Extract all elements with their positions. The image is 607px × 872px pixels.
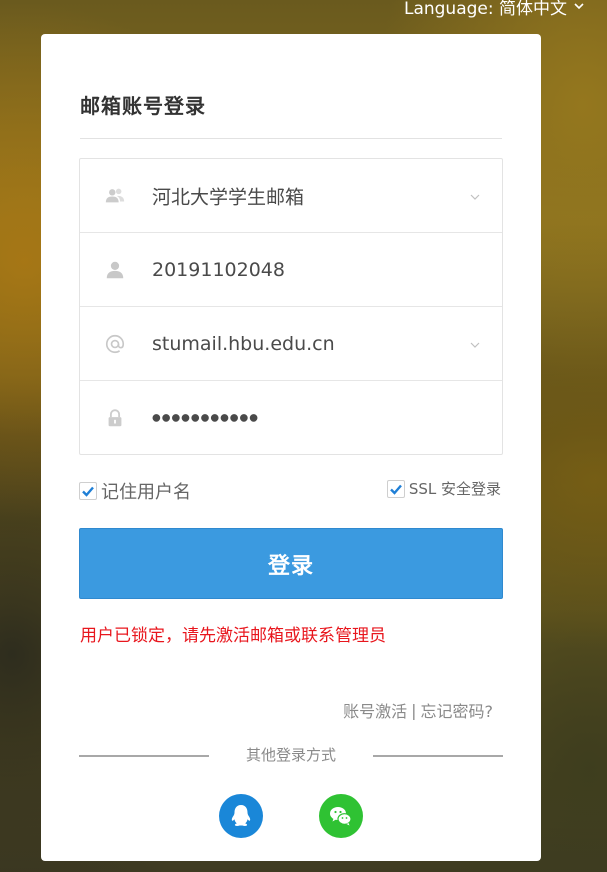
checkbox-checked-icon [79, 482, 97, 500]
username-input[interactable] [152, 258, 452, 281]
lock-icon [102, 405, 128, 431]
link-separator: | [411, 700, 417, 720]
divider-line [373, 755, 503, 757]
password-input[interactable]: ●●●●●●●●●●● [152, 412, 259, 423]
ssl-login-label: SSL 安全登录 [408, 480, 501, 498]
domain-select-value: stumail.hbu.edu.cn [152, 332, 335, 355]
qq-icon [231, 805, 251, 826]
wechat-icon [330, 807, 352, 826]
login-options: 记住用户名 SSL 安全登录 [79, 478, 501, 504]
language-selector[interactable]: Language: 简体中文 [403, 0, 585, 19]
account-links: 账号激活 | 忘记密码? [343, 698, 493, 722]
forgot-password-link[interactable]: 忘记密码? [421, 698, 494, 722]
users-icon [102, 183, 128, 209]
chevron-down-icon [468, 189, 482, 203]
user-icon [102, 257, 128, 283]
at-icon [102, 331, 128, 357]
other-login-divider: 其他登录方式 [79, 744, 503, 766]
activate-account-link[interactable]: 账号激活 [343, 698, 407, 722]
remember-username-checkbox[interactable]: 记住用户名 [79, 478, 191, 504]
login-form: 河北大学学生邮箱 stumail.hbu.edu.cn ●●●●● [79, 158, 503, 455]
org-select-value: 河北大学学生邮箱 [152, 186, 305, 208]
ssl-login-checkbox[interactable]: SSL 安全登录 [386, 478, 501, 499]
page-title: 邮箱账号登录 [80, 94, 206, 118]
login-card: 邮箱账号登录 河北大学学生邮箱 stumail.hbu.edu.cn [41, 34, 541, 861]
qq-login-button[interactable] [219, 794, 263, 838]
title-divider [80, 138, 502, 139]
username-row [80, 233, 502, 307]
error-message: 用户已锁定，请先激活邮箱或联系管理员 [80, 626, 386, 646]
chevron-down-icon [574, 3, 584, 10]
password-row: ●●●●●●●●●●● [80, 381, 502, 454]
language-label: Language: 简体中文 [403, 0, 567, 19]
checkbox-checked-icon [386, 479, 405, 498]
wechat-login-button[interactable] [319, 794, 363, 838]
login-button[interactable]: 登录 [79, 528, 503, 599]
chevron-down-icon [468, 337, 482, 351]
org-select[interactable]: 河北大学学生邮箱 [80, 159, 502, 233]
remember-username-label: 记住用户名 [101, 482, 191, 503]
social-login [41, 794, 541, 838]
domain-select[interactable]: stumail.hbu.edu.cn [80, 307, 502, 381]
